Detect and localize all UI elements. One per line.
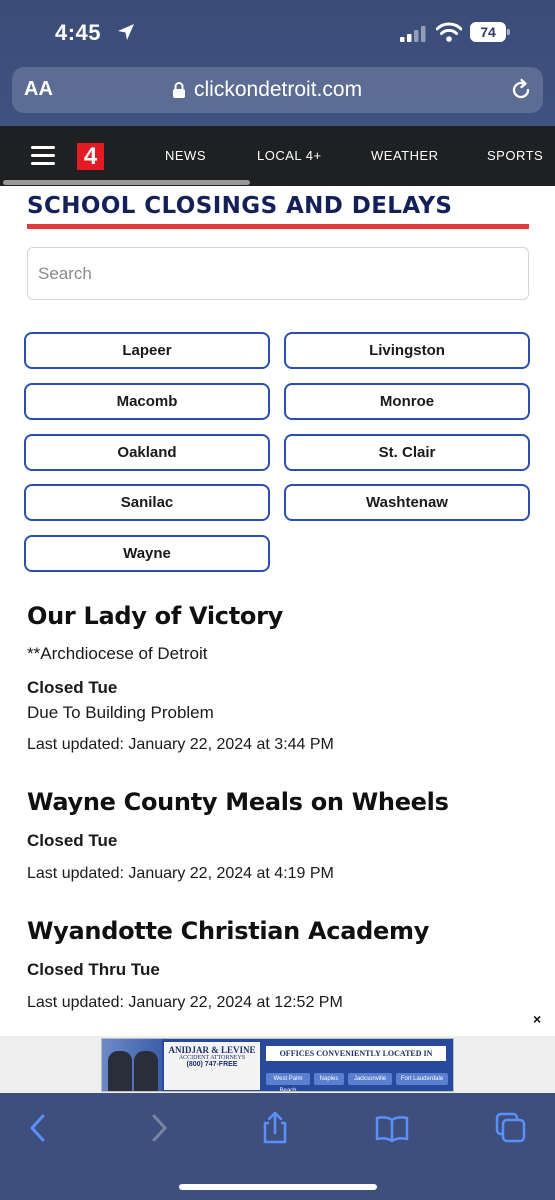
url-text[interactable]: clickondetroit.com [194, 78, 362, 102]
closing-name[interactable]: Wyandotte Christian Academy [27, 917, 429, 945]
location-arrow-icon [118, 24, 134, 40]
tabs-icon[interactable] [494, 1111, 528, 1145]
nav-link-news[interactable]: NEWS [165, 148, 206, 163]
closing-subtitle: **Archdiocese of Detroit [27, 644, 208, 663]
closing-status: Closed Tue [27, 678, 118, 697]
back-icon[interactable] [22, 1111, 56, 1145]
status-time: 4:45 [55, 20, 102, 45]
nav-scroll-indicator [3, 180, 250, 185]
county-button-lapeer[interactable]: Lapeer [24, 332, 270, 369]
closing-status: Closed Thru Tue [27, 960, 160, 979]
closing-updated: Last updated: January 22, 2024 at 4:19 P… [27, 865, 334, 882]
share-icon[interactable] [258, 1111, 292, 1145]
bookmarks-icon[interactable] [375, 1111, 409, 1145]
ad-city: Jacksonville [348, 1073, 392, 1085]
nav-link-sports[interactable]: SPORTS [487, 148, 543, 163]
county-button-monroe[interactable]: Monroe [284, 383, 530, 420]
site-logo[interactable]: 4 [77, 143, 104, 170]
title-underline [27, 224, 529, 229]
page-title: SCHOOL CLOSINGS AND DELAYS [27, 193, 453, 219]
closing-updated: Last updated: January 22, 2024 at 3:44 P… [27, 736, 334, 753]
ad-close-button[interactable]: × [533, 1011, 541, 1027]
wifi-icon [436, 22, 462, 42]
county-button-sanilac[interactable]: Sanilac [24, 484, 270, 521]
county-button-livingston[interactable]: Livingston [284, 332, 530, 369]
battery-level: 74 [470, 22, 506, 42]
county-button-wayne[interactable]: Wayne [24, 535, 270, 572]
status-bar: 4:45 74 [0, 0, 555, 66]
reload-icon[interactable] [509, 78, 533, 102]
ad-firm-logo: ANIDJAR & LEVINE ACCIDENT ATTORNEYS (800… [164, 1042, 260, 1090]
browser-top-chrome: 4:45 74 AA clickondetroit.com [0, 0, 555, 126]
address-bar[interactable]: AA clickondetroit.com [12, 67, 543, 113]
closing-updated: Last updated: January 22, 2024 at 12:52 … [27, 994, 343, 1011]
ad-banner[interactable]: ANIDJAR & LEVINE ACCIDENT ATTORNEYS (800… [101, 1038, 454, 1092]
nav-link-local-4-plus[interactable]: LOCAL 4+ [257, 148, 322, 163]
ad-photo [102, 1039, 162, 1091]
county-button-st-clair[interactable]: St. Clair [284, 434, 530, 471]
nav-link-weather[interactable]: WEATHER [371, 148, 439, 163]
text-size-button[interactable]: AA [24, 78, 53, 101]
battery-icon: 74 [470, 22, 510, 42]
county-button-washtenaw[interactable]: Washtenaw [284, 484, 530, 521]
ad-city: West Palm Beach [266, 1073, 310, 1091]
home-indicator [179, 1184, 377, 1190]
ad-offices-text: OFFICES CONVENIENTLY LOCATED IN [266, 1046, 446, 1061]
forward-icon[interactable] [141, 1111, 175, 1145]
lock-icon [173, 82, 185, 98]
closing-status: Closed Tue [27, 831, 118, 850]
closing-name[interactable]: Wayne County Meals on Wheels [27, 788, 449, 816]
closing-reason: Due To Building Problem [27, 703, 214, 722]
menu-icon[interactable] [31, 146, 55, 166]
ad-city: Fort Lauderdale [396, 1073, 448, 1085]
closing-name[interactable]: Our Lady of Victory [27, 602, 283, 630]
ad-city: Naples [314, 1073, 344, 1085]
search-input[interactable] [27, 247, 529, 300]
cellular-signal-icon [400, 26, 426, 42]
site-nav: 4 NEWS LOCAL 4+ WEATHER SPORTS [0, 126, 555, 186]
county-button-oakland[interactable]: Oakland [24, 434, 270, 471]
county-button-macomb[interactable]: Macomb [24, 383, 270, 420]
